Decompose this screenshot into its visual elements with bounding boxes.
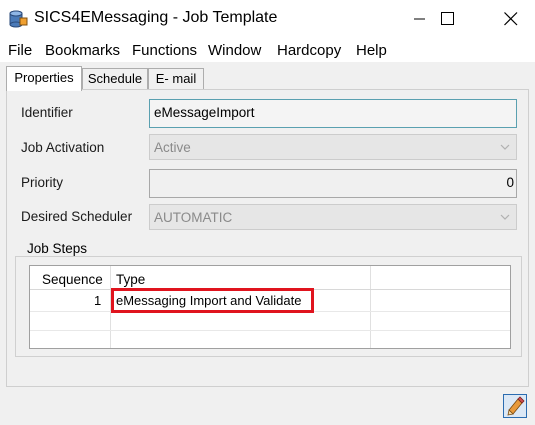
title-bar: SICS4EMessaging - Job Template bbox=[0, 0, 535, 38]
menu-window[interactable]: Window bbox=[208, 42, 261, 59]
chevron-down-icon bbox=[500, 144, 510, 150]
menu-file[interactable]: File bbox=[8, 42, 32, 59]
tab-schedule[interactable]: Schedule bbox=[82, 68, 148, 89]
identifier-label: Identifier bbox=[21, 105, 73, 120]
edit-button[interactable] bbox=[503, 394, 527, 418]
identifier-value: eMessageImport bbox=[154, 105, 255, 120]
menu-functions[interactable]: Functions bbox=[132, 42, 197, 59]
desired-scheduler-label: Desired Scheduler bbox=[21, 209, 133, 224]
menu-bar: File Bookmarks Functions Window Hardcopy… bbox=[0, 38, 535, 62]
identifier-field[interactable]: eMessageImport bbox=[149, 99, 517, 128]
priority-value: 0 bbox=[506, 175, 514, 190]
menu-bookmarks[interactable]: Bookmarks bbox=[45, 42, 120, 59]
job-activation-label: Job Activation bbox=[21, 140, 105, 155]
job-activation-value: Active bbox=[154, 140, 191, 155]
maximize-button[interactable] bbox=[425, 0, 471, 38]
tab-email[interactable]: E- mail bbox=[148, 68, 204, 89]
job-activation-select[interactable]: Active bbox=[149, 134, 517, 160]
desired-scheduler-select[interactable]: AUTOMATIC bbox=[149, 204, 517, 230]
app-database-icon bbox=[9, 10, 28, 28]
close-icon bbox=[504, 12, 518, 26]
row-divider bbox=[30, 330, 510, 331]
window-title: SICS4EMessaging - Job Template bbox=[34, 9, 278, 26]
edit-pencil-icon bbox=[503, 394, 527, 418]
menu-help[interactable]: Help bbox=[356, 42, 387, 59]
column-divider bbox=[370, 266, 371, 348]
maximize-icon bbox=[441, 12, 454, 25]
priority-field[interactable]: 0 bbox=[149, 169, 517, 198]
column-header-type[interactable]: Type bbox=[116, 272, 145, 287]
menu-hardcopy[interactable]: Hardcopy bbox=[277, 42, 341, 59]
job-steps-title: Job Steps bbox=[24, 241, 91, 256]
priority-label: Priority bbox=[21, 175, 64, 190]
row-sequence: 1 bbox=[94, 293, 102, 308]
tab-properties[interactable]: Properties bbox=[6, 66, 82, 91]
chevron-down-icon bbox=[500, 214, 510, 220]
desired-scheduler-value: AUTOMATIC bbox=[154, 210, 233, 225]
close-button[interactable] bbox=[488, 0, 534, 38]
tab-strip: Properties Schedule E- mail bbox=[0, 62, 535, 91]
highlight-box bbox=[111, 288, 314, 313]
column-header-sequence[interactable]: Sequence bbox=[42, 272, 103, 287]
